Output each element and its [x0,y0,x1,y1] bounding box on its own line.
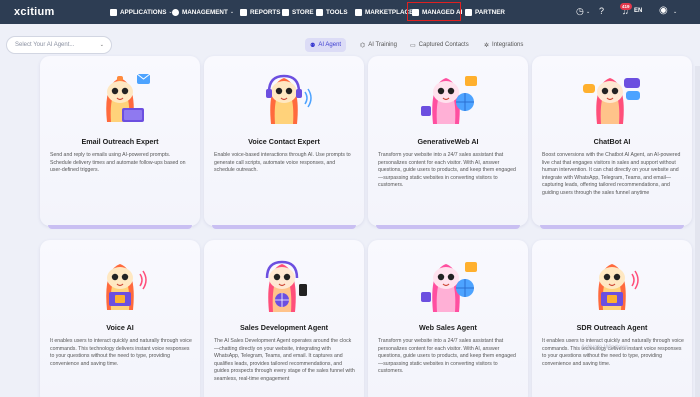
handshake-icon [465,8,472,16]
grid-icon [110,8,117,16]
agent-card-email-outreach[interactable]: Email Outreach Expert Send and reply to … [40,56,200,229]
notification-count-badge: 419 [620,3,632,10]
nav-store-label: STORE [292,8,314,16]
card-description: Transform your website into a 24/7 sales… [378,152,516,189]
card-title: GenerativeWeb AI [417,137,479,146]
contacts-icon: ▭ [410,42,416,49]
robot-icon: ⚉ [310,42,316,49]
tab-ai-training-label: AI Training [368,42,397,48]
language-selector[interactable]: EN [634,8,642,14]
tab-captured-contacts[interactable]: ▭ Captured Contacts [405,38,474,52]
card-description: Enable voice-based interactions through … [214,152,351,174]
chevron-down-icon: ⌄ [99,42,104,48]
nav-reports[interactable]: REPORTS [240,0,280,24]
nav-tools[interactable]: TOOLS [316,0,348,24]
agent-card-web-sales[interactable]: Web Sales Agent Transform your website i… [368,240,528,397]
card-title: Voice Contact Expert [248,137,320,146]
scroll-track[interactable] [695,66,700,397]
report-icon [240,8,247,16]
agent-card-voice-ai[interactable]: Voice AI It enables users to interact qu… [40,240,200,397]
top-nav-bar: xcitium APPLICATIONS ⌄ MANAGEMENT ⌄ REPO… [0,0,700,24]
card-description: Boost conversions with the Chatbot AI Ag… [542,152,681,196]
managed-ai-highlight-box [407,2,461,21]
marketplace-icon [355,8,362,16]
card-title: Email Outreach Expert [81,137,159,146]
card-description: Send and reply to emails using AI-powere… [50,152,186,174]
card-description: Transform your website into a 24/7 sales… [378,338,516,375]
card-title: Voice AI [106,323,134,332]
tab-ai-training[interactable]: ⌬ AI Training [355,38,402,52]
store-icon [282,8,289,16]
tab-ai-agent[interactable]: ⚉ AI Agent [305,38,347,52]
voice-robot-illustration [266,74,312,124]
chevron-down-icon: ⌄ [229,9,235,15]
nav-partner[interactable]: PARTNER [465,0,505,24]
web-robot-illustration [421,76,477,124]
chatbot-robot-illustration [583,78,640,124]
nav-store[interactable]: STORE [282,0,314,24]
tab-ai-agent-label: AI Agent [318,42,342,48]
sales-robot-illustration [265,260,307,312]
agent-card-sdr-outreach[interactable]: SDR Outreach Agent It enables users to i… [532,240,692,397]
gear-icon [172,8,179,16]
card-title: Web Sales Agent [419,323,477,332]
ai-agent-select[interactable]: Select Your AI Agent... ⌄ [6,36,112,54]
card-title: SDR Outreach Agent [576,323,648,332]
help-icon[interactable]: ? [599,6,604,16]
card-description: It enables users to interact quickly and… [50,338,192,367]
card-title: ChatBot AI [593,137,631,146]
email-robot-illustration [106,73,151,122]
integrations-icon: ✲ [484,42,490,49]
tab-integrations-label: Integrations [492,42,524,48]
web-sales-robot-illustration [421,262,477,312]
nav-management[interactable]: MANAGEMENT ⌄ [172,0,234,24]
tab-integrations[interactable]: ✲ Integrations [479,38,528,52]
agent-card-voice-contact[interactable]: Voice Contact Expert Enable voice-based … [204,56,364,229]
card-title: Sales Development Agent [239,323,328,332]
xcitium-logo[interactable]: xcitium [14,6,55,18]
voice-ai-robot-illustration [106,264,147,310]
nav-applications[interactable]: APPLICATIONS ⌄ [110,0,173,24]
training-icon: ⌬ [360,42,366,49]
history-icon[interactable]: ◷ [576,6,584,17]
nav-management-label: MANAGEMENT [182,8,228,16]
chevron-down-icon[interactable]: ⌄ [673,9,677,15]
ai-agent-select-placeholder: Select Your AI Agent... [15,42,75,48]
nav-tools-label: TOOLS [326,8,348,16]
nav-partner-label: PARTNER [475,8,505,16]
tools-icon [316,8,323,16]
agent-card-generativeweb-ai[interactable]: GenerativeWeb AI Transform your website … [368,56,528,229]
sdr-robot-illustration [598,264,639,310]
nav-marketplace[interactable]: MARKETPLACE [355,0,413,24]
nav-reports-label: REPORTS [250,8,281,16]
agent-card-sales-development[interactable]: Sales Development Agent The AI Sales Dev… [204,240,364,397]
card-description: It enables users to interact quickly and… [542,338,684,367]
nav-applications-label: APPLICATIONS [120,8,167,16]
agent-card-chatbot-ai[interactable]: ChatBot AI Boost conversions with the Ch… [532,56,692,229]
avatar[interactable]: ◉ [659,5,668,16]
chevron-down-icon[interactable]: ⌄ [586,9,590,15]
tab-captured-contacts-label: Captured Contacts [418,42,469,48]
activate-windows-watermark: Activate Windows [581,345,629,351]
card-description: The AI Sales Development Agent operates … [214,338,355,382]
